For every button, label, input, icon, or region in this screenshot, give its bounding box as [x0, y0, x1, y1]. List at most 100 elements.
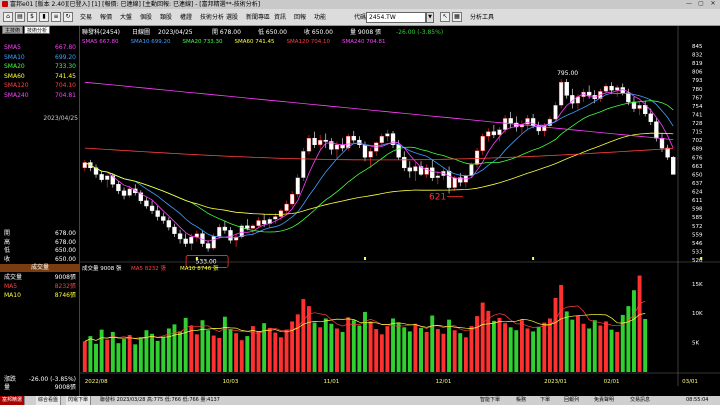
ohlc-row-label: 高	[4, 238, 11, 246]
candle-up	[217, 226, 222, 237]
candle-up	[379, 136, 384, 143]
home-icon[interactable]: ⌂	[3, 12, 13, 22]
chevron-down-icon[interactable]: ▼	[426, 12, 434, 23]
candlestick-chart[interactable]: 聯發科(2454) 日線圖 2023/04/25 開 678.00 低 650.00 收 …	[80, 26, 720, 396]
tab-flash-order[interactable]: 閃電下單	[66, 396, 92, 405]
grid-icon[interactable]: ▦	[452, 12, 462, 22]
trade-message-button[interactable]: 交易訊息	[628, 396, 652, 405]
menu-quote[interactable]: 報價	[100, 13, 112, 23]
volume-bar-down	[531, 331, 536, 372]
volume-legend-item: MA5 8232 張	[131, 265, 167, 272]
sma-row: SMA240 704.81	[2, 92, 78, 99]
volume-bar-down	[402, 327, 407, 372]
chart-area[interactable]: 聯發科(2454) 日線圖 2023/04/25 開 678.00 低 650.00 收 …	[80, 26, 720, 396]
menu-sector[interactable]: 類股	[160, 13, 172, 23]
volume-bar-down	[144, 330, 149, 372]
price-axis-label: 845	[692, 44, 703, 50]
price-axis-label: 572	[692, 224, 703, 230]
pointer-icon[interactable]: ↖	[440, 12, 450, 22]
price-header-text: 低 650.00	[258, 28, 287, 36]
candle-down	[155, 210, 160, 217]
volume-row-label: 成交量	[4, 274, 23, 281]
qty-value: 9008張	[54, 384, 76, 391]
menu-report[interactable]: 回報	[294, 13, 306, 23]
ohlc-row-label: 開	[4, 230, 11, 237]
sma-row: SMA5 667.80	[2, 44, 78, 51]
candle-up	[486, 131, 491, 137]
price-axis-label: 598	[692, 207, 703, 213]
sidebar-tabs: 主技術 技術分析	[2, 26, 51, 34]
menu-warrant[interactable]: 權證	[180, 13, 192, 23]
volume-bar-down	[329, 323, 334, 372]
quote-icon[interactable]: ▤	[15, 12, 25, 22]
disclaimer-button[interactable]: 免責聲明	[592, 396, 616, 405]
volume-legend-item: MA10 8746 張	[180, 265, 219, 272]
candle-up	[480, 136, 485, 151]
analysis-tools-menu[interactable]: 分析工具	[470, 13, 494, 23]
candle-down	[609, 85, 614, 91]
sma-row-label: SMA10	[4, 53, 25, 61]
price-header-text: 開 678.00	[212, 29, 241, 36]
candle-down	[671, 157, 676, 175]
tab-technical-analysis[interactable]: 技術分析	[24, 26, 51, 34]
candle-up	[469, 164, 474, 176]
volume-bar-down	[626, 306, 631, 372]
order-button[interactable]: 下單	[538, 396, 552, 405]
sma-row-value: 733.30	[55, 63, 76, 70]
tab-overview[interactable]: 綜合看盤	[36, 396, 62, 405]
menu-technical[interactable]: 技術分析	[200, 13, 224, 23]
price-axis-label: 676	[692, 155, 703, 161]
candle-down	[99, 174, 104, 180]
status-bar: 富邦精選 綜合看盤 閃電下單 聯發科 2023/03/28 高:775 低:76…	[0, 396, 720, 405]
order-icon[interactable]: $	[27, 12, 37, 22]
volume-bar-down	[536, 326, 541, 372]
menu-function[interactable]: 功能	[314, 13, 326, 23]
volume-bar-down	[391, 318, 395, 372]
list-icon[interactable]: ≡	[51, 12, 61, 22]
stock-code-input[interactable]: 2454.TW	[366, 12, 426, 23]
window-title-bar: 富邦e01 [版本 2.40][已登入] [1] [報價: 已連線] [主動回報…	[0, 0, 720, 9]
volume-bar-up	[603, 321, 608, 372]
candle-down	[362, 144, 368, 158]
candle-up	[452, 177, 457, 188]
menu-info[interactable]: 資訊	[274, 13, 286, 23]
chart-icon[interactable]: ▮	[39, 12, 49, 22]
minimize-button[interactable]: —	[684, 0, 694, 8]
volume-bar-up	[637, 275, 642, 372]
price-header-text: 量 9008 張	[350, 29, 381, 36]
volume-bar-down	[172, 324, 177, 372]
close-button[interactable]: ✕	[708, 0, 718, 8]
event-marker	[532, 257, 535, 260]
ohlc-row-label: 收	[4, 255, 11, 263]
refresh-icon[interactable]: ↻	[63, 12, 73, 22]
menu-screener[interactable]: 選股	[226, 13, 238, 23]
report-bar-button[interactable]: 回報列	[562, 396, 581, 405]
volume-bar-down	[94, 343, 98, 372]
volume-bar-up	[575, 315, 580, 372]
candle-down	[177, 233, 183, 240]
volume-bar-down	[419, 327, 423, 372]
menu-market[interactable]: 大盤	[120, 13, 132, 23]
tab-fubon-select[interactable]: 富邦精選	[0, 396, 26, 405]
candle-up	[211, 236, 216, 249]
qty-row: 量 9008張	[2, 384, 78, 391]
price-axis-label: 546	[692, 241, 703, 247]
account-button[interactable]: 帳務	[514, 396, 528, 405]
volume-row: MA10 8746張	[2, 292, 78, 299]
maximize-button[interactable]: ▢	[696, 0, 706, 8]
smart-order-button[interactable]: 智能下單	[478, 396, 502, 405]
volume-bar-down	[150, 333, 155, 372]
volume-bar-up	[368, 321, 373, 372]
ohlc-row: 低 650.00	[2, 247, 78, 254]
candle-down	[654, 121, 659, 139]
volume-bar-up	[82, 341, 87, 372]
menu-trade[interactable]: 交易	[80, 13, 92, 23]
volume-bar-up	[469, 326, 474, 372]
price-axis-label: 624	[692, 190, 703, 196]
menu-news[interactable]: 新聞專區	[246, 13, 270, 23]
volume-bar-down	[206, 330, 211, 372]
candle-up	[289, 193, 295, 205]
menu-stock[interactable]: 個股	[140, 13, 152, 23]
volume-bar-up	[374, 329, 379, 372]
tab-main-technical[interactable]: 主技術	[2, 26, 24, 34]
